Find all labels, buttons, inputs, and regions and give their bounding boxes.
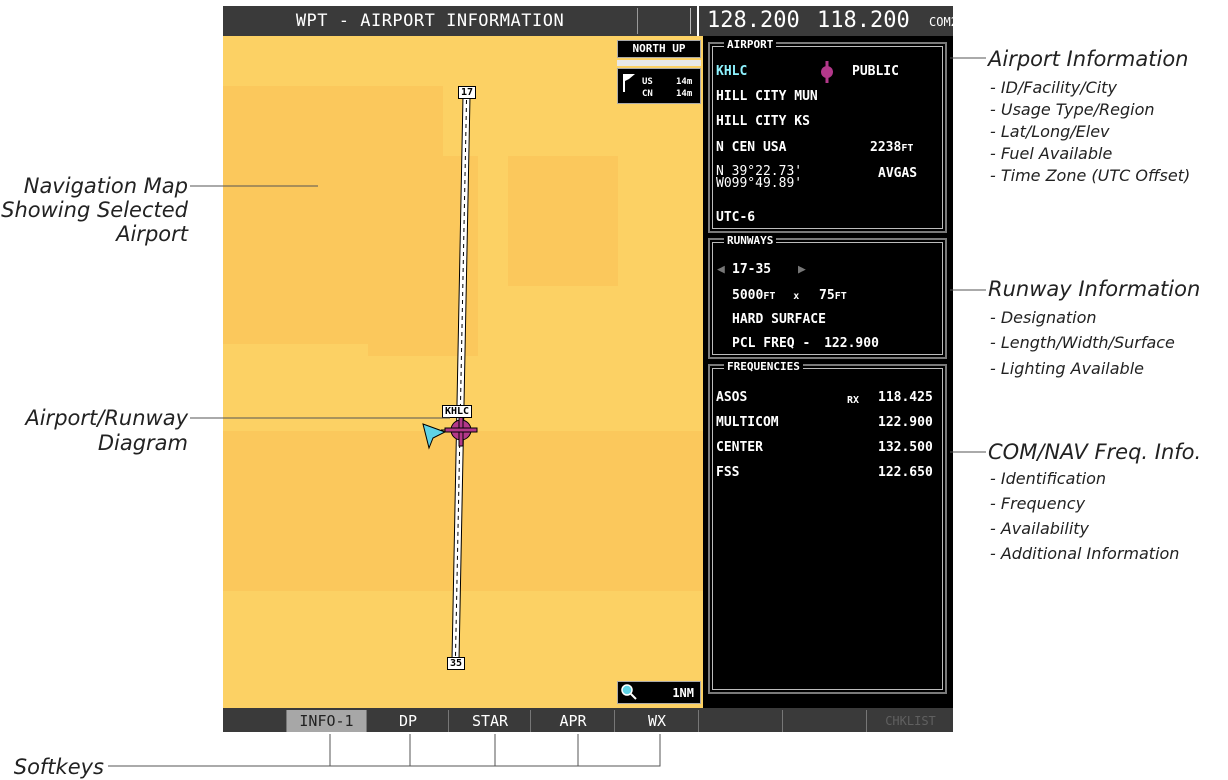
airport-facility: HILL CITY MUN — [716, 89, 818, 104]
runways-panel-title: RUNWAYS — [724, 235, 777, 247]
callout-airport-info-item: - Time Zone (UTC Offset) — [990, 166, 1191, 185]
callout-airport-info-item: - Lat/Long/Elev — [990, 122, 1110, 141]
softkey-1[interactable] — [223, 710, 287, 732]
map-range-box[interactable]: 1NM — [617, 681, 701, 704]
airport-fuel: AVGAS — [878, 166, 918, 181]
zoom-icon — [621, 684, 637, 700]
freq-row-value[interactable]: 122.650 — [878, 465, 933, 480]
airport-elevation-value: 2238 — [870, 140, 902, 155]
airport-region: N CEN USA — [716, 140, 787, 155]
windsock-icon — [422, 423, 447, 450]
top-bar-field — [637, 8, 691, 34]
freq-row-name: MULTICOM — [716, 415, 779, 430]
com-label: COM2 — [929, 15, 958, 29]
callout-nav-map-line3: Airport — [116, 222, 188, 246]
runway-prev-icon[interactable]: ◀ — [717, 262, 725, 277]
runway-lighting: PCL FREQ - 122.900 — [732, 336, 879, 351]
callout-nav-map-line1: Navigation Map — [23, 174, 188, 198]
softkey-wx[interactable]: WX — [616, 710, 699, 732]
map-range: 1NM — [672, 686, 694, 700]
wind-row-value: 14m — [676, 77, 693, 87]
navigation-map[interactable]: 17 35 KHLC NORTH UP US 14m CN 14m 1NM — [223, 36, 703, 712]
frequencies-panel: FREQUENCIES ASOS RX 118.425 MULTICOM 122… — [708, 361, 947, 694]
runway-label-35: 35 — [447, 657, 466, 670]
freq-row-prefix: RX — [847, 395, 860, 406]
wind-row-label: US — [642, 77, 653, 87]
runway-designation[interactable]: 17-35 — [732, 262, 771, 277]
softkey-apr[interactable]: APR — [532, 710, 615, 732]
airport-elevation-unit: FT — [901, 143, 914, 154]
mfd-display: WPT - AIRPORT INFORMATION 128.200 118.20… — [223, 6, 958, 732]
runway-length: 5000 — [732, 288, 764, 303]
callout-airport-info-title: Airport Information — [988, 47, 1189, 71]
runway-length-unit: FT — [763, 291, 776, 302]
freq-row-name: ASOS — [716, 390, 748, 405]
runway-by: x — [793, 291, 800, 302]
airport-label: KHLC — [442, 405, 473, 418]
softkey-chklist[interactable]: CHKLIST — [868, 710, 953, 732]
com-active-frequency: 128.200 — [707, 8, 800, 33]
freq-row-value[interactable]: 122.900 — [878, 415, 933, 430]
callout-runway-info-item: - Lighting Available — [990, 359, 1144, 378]
airport-timezone: UTC-6 — [716, 210, 756, 225]
runway-diagram — [422, 95, 478, 661]
airport-panel: AIRPORT KHLC PUBLIC HILL CITY MUN HILL C… — [708, 39, 947, 233]
callout-airport-info-item: - Usage Type/Region — [990, 100, 1155, 119]
runway-label-17: 17 — [458, 86, 477, 99]
runway-dimensions: 5000FT x 75FT — [732, 288, 847, 304]
callout-runway-info-item: - Designation — [990, 308, 1097, 327]
softkey-bar: INFO-1 DP STAR APR WX CHKLIST — [223, 708, 953, 732]
callout-runway-info-item: - Length/Width/Surface — [990, 333, 1175, 352]
softkey-star[interactable]: STAR — [450, 710, 531, 732]
top-bar-divider — [697, 6, 699, 36]
airport-elevation: 2238FT — [870, 140, 913, 156]
freq-row-value[interactable]: 118.425 — [878, 390, 933, 405]
softkey-info-1[interactable]: INFO-1 — [287, 710, 367, 732]
softkey-7[interactable] — [700, 710, 783, 732]
freq-row-value[interactable]: 132.500 — [878, 440, 933, 455]
callout-softkeys: Softkeys — [13, 755, 104, 779]
callout-airport-runway-line1: Airport/Runway — [25, 406, 188, 430]
runway-lighting-label: PCL FREQ - — [732, 336, 811, 351]
softkey-8[interactable] — [784, 710, 867, 732]
runway-width-unit: FT — [834, 291, 847, 302]
runways-panel: RUNWAYS ◀ 17-35 ▶ 5000FT x 75FT HARD SUR… — [708, 235, 947, 359]
page-title: WPT - AIRPORT INFORMATION — [223, 6, 637, 36]
freq-row-name: CENTER — [716, 440, 763, 455]
freq-row-name: FSS — [716, 465, 740, 480]
airport-usage: PUBLIC — [852, 64, 899, 79]
runway-next-icon[interactable]: ▶ — [798, 262, 806, 277]
wind-vector-box: US 14m CN 14m — [617, 68, 701, 104]
softkey-dp[interactable]: DP — [368, 710, 449, 732]
callout-airport-info-item: - ID/Facility/City — [990, 78, 1117, 97]
wind-row-value: 14m — [676, 89, 693, 99]
airport-panel-title: AIRPORT — [724, 39, 777, 51]
com-standby-frequency: 118.200 — [817, 8, 910, 33]
callout-airport-runway-line2: Diagram — [97, 431, 188, 455]
callout-comnav-item: - Additional Information — [990, 544, 1180, 563]
runway-surface: HARD SURFACE — [732, 312, 826, 327]
map-divider — [617, 60, 701, 66]
callout-runway-info-title: Runway Information — [988, 277, 1201, 301]
wind-flag-icon — [623, 74, 635, 92]
callout-comnav-item: - Availability — [990, 519, 1090, 538]
airport-ident[interactable]: KHLC — [716, 64, 747, 79]
map-orientation: NORTH UP — [617, 40, 701, 58]
airport-type-icon — [821, 61, 833, 83]
runway-width: 75 — [819, 288, 835, 303]
airport-longitude: W099°49.89' — [716, 176, 803, 191]
top-bar: WPT - AIRPORT INFORMATION 128.200 118.20… — [223, 6, 958, 36]
wind-row-label: CN — [642, 89, 653, 99]
callout-comnav-item: - Identification — [990, 469, 1107, 488]
callout-comnav-title: COM/NAV Freq. Info. — [988, 440, 1202, 464]
callout-nav-map-line2: Showing Selected — [1, 198, 188, 222]
callout-comnav-item: - Frequency — [990, 494, 1086, 513]
runway-lighting-freq: 122.900 — [824, 336, 879, 351]
airport-city: HILL CITY KS — [716, 114, 810, 129]
callout-airport-info-item: - Fuel Available — [990, 144, 1113, 163]
frequencies-panel-title: FREQUENCIES — [724, 361, 803, 373]
